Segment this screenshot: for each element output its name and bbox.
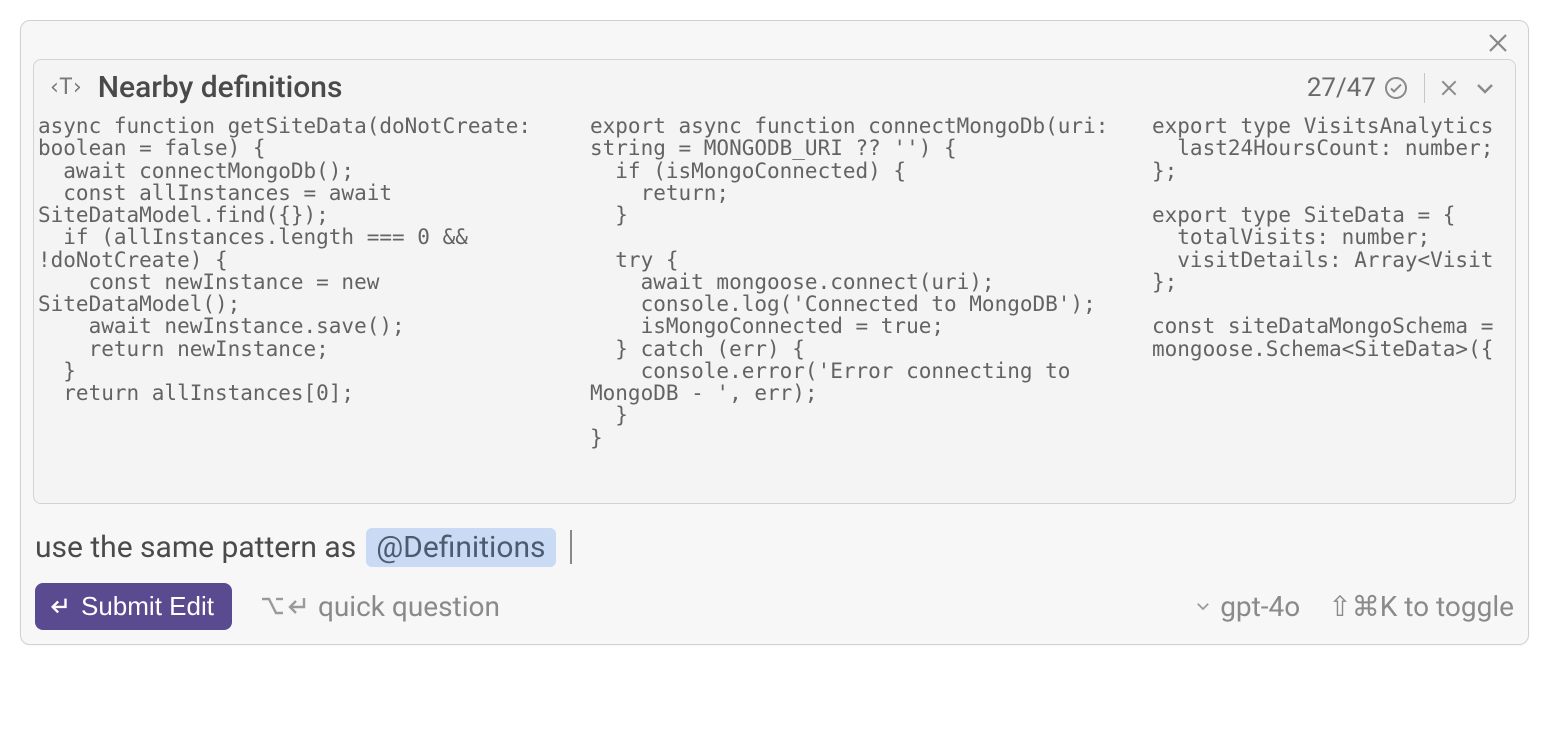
prompt-input[interactable]: use the same pattern as @Definitions [33, 504, 1516, 567]
submit-label: Submit Edit [81, 591, 214, 622]
code-text: export async function connectMongoDb(uri… [590, 115, 1120, 449]
code-text: async function getSiteData(doNotCreate: … [38, 115, 558, 404]
code-snippet[interactable]: async function getSiteData(doNotCreate: … [38, 115, 558, 449]
toggle-hint: ⇧⌘K to toggle [1328, 590, 1514, 623]
chevron-down-icon [1194, 597, 1212, 615]
card-header: ‹T› Nearby definitions 27/47 [34, 60, 1515, 115]
card-title: Nearby definitions [98, 70, 1307, 105]
chevron-down-icon[interactable] [1473, 76, 1497, 100]
quick-question-hint[interactable]: quick question [260, 590, 500, 623]
close-panel-icon[interactable] [1486, 31, 1510, 55]
model-name: gpt-4o [1220, 590, 1300, 623]
prompt-text: use the same pattern as [35, 530, 356, 565]
remove-card-icon[interactable] [1439, 78, 1459, 98]
submit-edit-button[interactable]: Submit Edit [35, 583, 232, 630]
mention-chip[interactable]: @Definitions [366, 528, 555, 567]
code-text: export type VisitsAnalytics last24HoursC… [1152, 115, 1512, 360]
enter-icon [49, 595, 71, 617]
text-cursor [570, 530, 572, 564]
model-selector[interactable]: gpt-4o [1194, 590, 1300, 623]
code-snippets-row: async function getSiteData(doNotCreate: … [34, 115, 1515, 503]
code-tag-icon: ‹T› [48, 75, 82, 100]
footer-row: Submit Edit quick question gpt-4o ⇧⌘K to… [33, 567, 1516, 630]
quick-question-label: quick question [318, 590, 500, 623]
command-panel: ‹T› Nearby definitions 27/47 async funct… [20, 20, 1529, 645]
option-enter-icon [260, 594, 308, 618]
code-snippet[interactable]: export async function connectMongoDb(uri… [590, 115, 1120, 449]
card-counter: 27/47 [1307, 73, 1376, 103]
separator [1424, 73, 1425, 103]
definitions-card: ‹T› Nearby definitions 27/47 async funct… [33, 59, 1516, 504]
checkmark-circle-icon [1384, 76, 1408, 100]
code-snippet[interactable]: export type VisitsAnalytics last24HoursC… [1152, 115, 1512, 449]
